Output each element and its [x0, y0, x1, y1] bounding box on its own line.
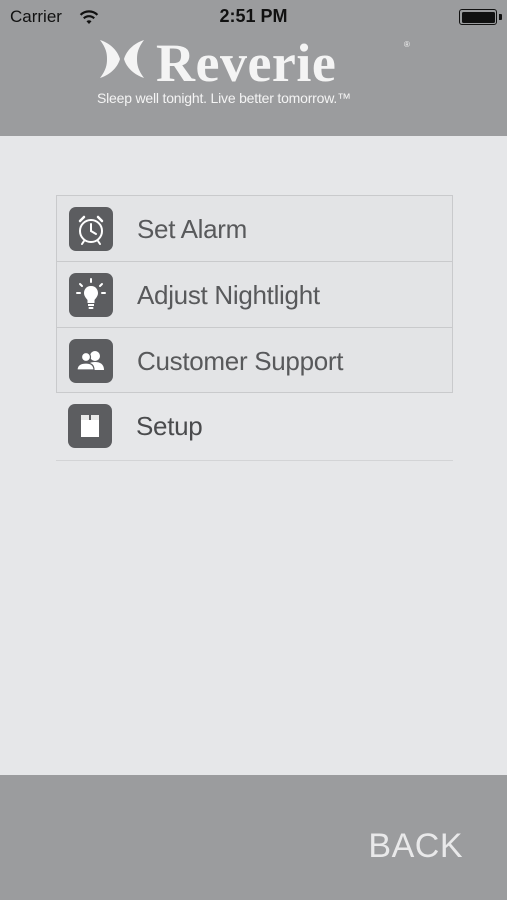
- status-bar: Carrier 2:51 PM: [0, 0, 507, 34]
- back-button[interactable]: BACK: [368, 827, 463, 866]
- menu-item-adjust-nightlight[interactable]: Adjust Nightlight: [56, 261, 453, 327]
- main-menu: Set Alarm Adjust Nightlight Customer Sup…: [56, 195, 453, 461]
- brand-logo: Reverie ®: [98, 33, 418, 94]
- menu-item-label: Set Alarm: [137, 214, 248, 244]
- box-icon: [68, 404, 112, 448]
- menu-item-customer-support[interactable]: Customer Support: [56, 327, 453, 393]
- battery-tip: [499, 14, 502, 20]
- registered-mark: ®: [404, 40, 410, 49]
- menu-item-setup[interactable]: Setup: [56, 393, 453, 461]
- footer-bar: BACK: [0, 775, 507, 900]
- reverie-logo-icon: [98, 38, 146, 80]
- menu-item-label: Adjust Nightlight: [137, 280, 320, 310]
- people-icon: [69, 339, 113, 383]
- menu-item-label: Setup: [136, 411, 203, 441]
- lightbulb-icon: [69, 273, 113, 317]
- alarm-clock-icon: [69, 207, 113, 251]
- brand-tagline: Sleep well tonight. Live better tomorrow…: [97, 90, 351, 106]
- status-time: 2:51 PM: [219, 6, 288, 26]
- app-header: Carrier 2:51 PM Reverie ® Sleep well ton…: [0, 0, 507, 136]
- menu-item-set-alarm[interactable]: Set Alarm: [56, 195, 453, 261]
- menu-item-label: Customer Support: [137, 346, 344, 376]
- battery-icon: [459, 9, 497, 25]
- brand-name: Reverie: [156, 33, 337, 93]
